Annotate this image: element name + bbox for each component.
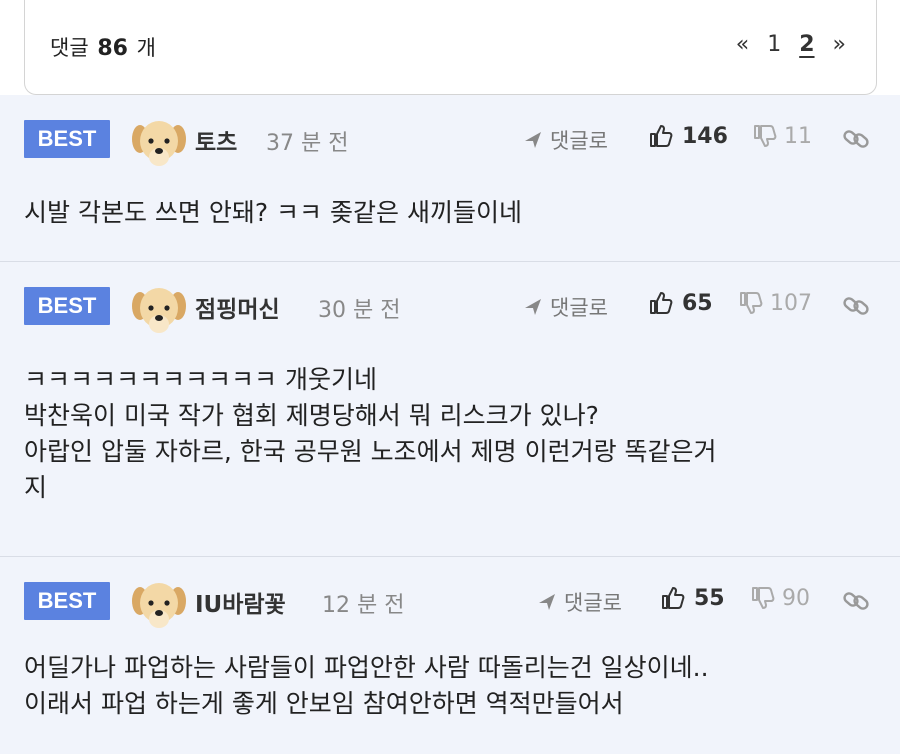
dislike-count: 11 [784,123,812,149]
comment-time: 37 분 전 [266,131,349,156]
like-button[interactable]: 65 [648,290,713,316]
comment-text: 어딜가나 파업하는 사람들이 파업안한 사람 따돌리는건 일상이네.. 이래서 … [24,653,709,718]
thumbs-down-icon [740,292,763,314]
dislike-count: 90 [782,585,810,611]
thumbs-up-icon [650,125,673,147]
reply-arrow-icon [539,594,555,610]
comment-text: ㅋㅋㅋㅋㅋㅋㅋㅋㅋㅋㅋ 개웃기네 박찬욱이 미국 작가 협회 제명당해서 뭐 리… [24,365,717,502]
reply-label: 댓글로 [564,591,622,615]
comment-item: BEST 점핑머신 30 분 전 댓글로 65 107 ㅋㅋㅋㅋㅋㅋㅋㅋㅋㅋㅋ … [0,262,900,557]
link-icon[interactable] [842,292,870,320]
comment-time: 12 분 전 [322,593,405,618]
prev-page-button[interactable]: « [736,32,749,57]
comment-nickname[interactable]: IU바람꽃 [195,585,286,619]
reply-arrow-icon [525,299,541,315]
reply-button[interactable]: 댓글로 [522,125,608,155]
pagination: « 1 2 » [736,32,846,57]
like-count: 55 [694,585,725,611]
count-suffix: 개 [136,36,156,60]
dislike-button[interactable]: 11 [752,123,812,149]
reply-button[interactable]: 댓글로 [536,587,622,617]
like-count: 65 [682,290,713,316]
dog-avatar-icon[interactable] [130,117,188,171]
best-badge: BEST [24,120,110,158]
comment-item: BEST 토츠 37 분 전 댓글로 146 11 시발 각본도 쓰면 안돼? … [0,95,900,262]
comment-meta: BEST 점핑머신 30 분 전 댓글로 65 107 [0,284,900,340]
best-badge: BEST [24,287,110,325]
thumbs-down-icon [752,587,775,609]
dog-avatar-icon[interactable] [130,284,188,338]
like-button[interactable]: 146 [648,123,728,149]
thumbs-up-icon [662,587,685,609]
link-icon[interactable] [842,587,870,615]
dislike-count: 107 [770,290,812,316]
dislike-button[interactable]: 107 [738,290,812,316]
thumbs-up-icon [650,292,673,314]
comment-header: 댓글 86 개 « 1 2 » [24,0,877,95]
page-1-link[interactable]: 1 [767,32,781,57]
dog-avatar-icon[interactable] [130,579,188,633]
like-count: 146 [682,123,728,149]
reply-label: 댓글로 [550,296,608,320]
comment-time: 30 분 전 [318,298,401,323]
count-prefix: 댓글 [50,36,89,60]
next-page-button[interactable]: » [833,32,846,57]
best-badge: BEST [24,582,110,620]
reply-arrow-icon [525,132,541,148]
comment-meta: BEST 토츠 37 분 전 댓글로 146 11 [0,117,900,173]
dislike-button[interactable]: 90 [750,585,810,611]
comment-nickname[interactable]: 점핑머신 [195,290,280,324]
comment-text: 시발 각본도 쓰면 안돼? ㅋㅋ 좆같은 새끼들이네 [24,198,522,227]
reply-label: 댓글로 [550,129,608,153]
comment-meta: BEST IU바람꽃 12 분 전 댓글로 55 90 [0,579,900,635]
link-icon[interactable] [842,125,870,153]
reply-button[interactable]: 댓글로 [522,292,608,322]
like-button[interactable]: 55 [660,585,725,611]
comment-nickname[interactable]: 토츠 [195,123,237,157]
thumbs-down-icon [754,125,777,147]
count-value: 86 [97,36,128,61]
comment-count: 댓글 86 개 [50,32,156,62]
comment-item: BEST IU바람꽃 12 분 전 댓글로 55 90 어딜가나 파업하는 사람… [0,557,900,754]
page-2-link[interactable]: 2 [799,32,814,57]
